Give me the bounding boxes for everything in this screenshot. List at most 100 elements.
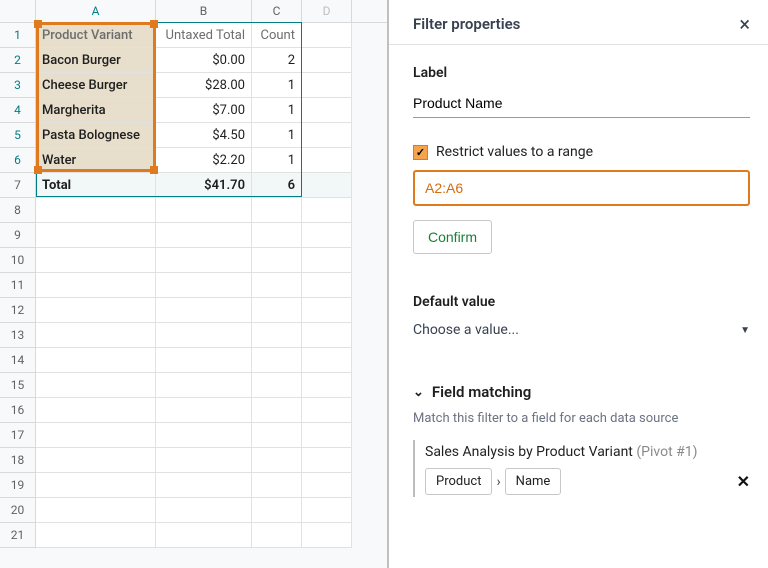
cell[interactable] (302, 23, 352, 48)
cell[interactable] (156, 223, 252, 248)
cell[interactable] (156, 423, 252, 448)
cell[interactable] (302, 198, 352, 223)
row-header[interactable]: 8 (0, 198, 36, 223)
row-header[interactable]: 9 (0, 223, 36, 248)
cell[interactable] (156, 373, 252, 398)
cell[interactable] (302, 148, 352, 173)
cell[interactable] (302, 98, 352, 123)
cell[interactable] (252, 373, 302, 398)
col-header-A[interactable]: A (36, 0, 156, 22)
row-header[interactable]: 11 (0, 273, 36, 298)
cell[interactable] (252, 473, 302, 498)
col-header-B[interactable]: B (156, 0, 252, 22)
cell[interactable] (252, 273, 302, 298)
cell[interactable] (156, 323, 252, 348)
cell[interactable] (36, 423, 156, 448)
cell[interactable] (302, 448, 352, 473)
cell[interactable]: 6 (252, 173, 302, 198)
row-header[interactable]: 2 (0, 48, 36, 73)
cell[interactable]: Margherita (36, 98, 156, 123)
cell[interactable] (156, 348, 252, 373)
cell[interactable] (36, 523, 156, 548)
cell[interactable]: Water (36, 148, 156, 173)
crumb-name[interactable]: Name (505, 468, 562, 495)
restrict-checkbox[interactable]: ✓ (413, 145, 428, 160)
cell[interactable] (302, 398, 352, 423)
cell[interactable]: Cheese Burger (36, 73, 156, 98)
row-header[interactable]: 6 (0, 148, 36, 173)
row-header[interactable]: 7 (0, 173, 36, 198)
row-header[interactable]: 16 (0, 398, 36, 423)
cell[interactable] (302, 423, 352, 448)
remove-field-icon[interactable]: ✕ (737, 472, 750, 491)
cell[interactable] (156, 273, 252, 298)
label-input[interactable] (413, 91, 750, 118)
cell[interactable] (156, 523, 252, 548)
cell[interactable] (36, 248, 156, 273)
col-header-D[interactable]: D (302, 0, 352, 22)
cell[interactable] (36, 198, 156, 223)
cell[interactable] (252, 398, 302, 423)
cell[interactable] (302, 173, 352, 198)
cell[interactable] (252, 348, 302, 373)
row-header[interactable]: 3 (0, 73, 36, 98)
cell[interactable] (36, 398, 156, 423)
corner-cell[interactable] (0, 0, 36, 22)
cell[interactable] (302, 373, 352, 398)
row-header[interactable]: 5 (0, 123, 36, 148)
row-header[interactable]: 10 (0, 248, 36, 273)
cell[interactable] (36, 273, 156, 298)
cell[interactable]: $41.70 (156, 173, 252, 198)
cell[interactable] (302, 348, 352, 373)
row-header[interactable]: 13 (0, 323, 36, 348)
cell[interactable]: Count (252, 23, 302, 48)
cell[interactable] (252, 248, 302, 273)
cell[interactable] (156, 298, 252, 323)
cell[interactable] (156, 473, 252, 498)
row-header[interactable]: 19 (0, 473, 36, 498)
cell[interactable] (36, 348, 156, 373)
cell[interactable] (302, 498, 352, 523)
spreadsheet[interactable]: A B C D 1Product VariantUntaxed TotalCou… (0, 0, 388, 568)
col-header-C[interactable]: C (252, 0, 302, 22)
cell[interactable]: Untaxed Total (156, 23, 252, 48)
range-input[interactable] (413, 170, 750, 206)
cell[interactable] (302, 223, 352, 248)
row-header[interactable]: 18 (0, 448, 36, 473)
cell[interactable] (36, 373, 156, 398)
cell[interactable] (252, 448, 302, 473)
cell[interactable] (252, 498, 302, 523)
cell[interactable]: Pasta Bolognese (36, 123, 156, 148)
cell[interactable] (302, 123, 352, 148)
cell[interactable] (156, 248, 252, 273)
cell[interactable]: Product Variant (36, 23, 156, 48)
cell[interactable] (36, 323, 156, 348)
cell[interactable] (156, 198, 252, 223)
cell[interactable] (252, 323, 302, 348)
row-header[interactable]: 1 (0, 23, 36, 48)
cell[interactable] (156, 498, 252, 523)
row-header[interactable]: 4 (0, 98, 36, 123)
default-value-dropdown[interactable]: Choose a value... ▼ (413, 318, 750, 343)
cell[interactable] (156, 448, 252, 473)
cell[interactable] (36, 223, 156, 248)
cell[interactable]: $7.00 (156, 98, 252, 123)
close-icon[interactable]: × (739, 14, 750, 34)
cell[interactable] (252, 423, 302, 448)
cell[interactable] (302, 323, 352, 348)
row-header[interactable]: 15 (0, 373, 36, 398)
field-matching-toggle[interactable]: ⌄ Field matching (413, 383, 750, 401)
cell[interactable] (302, 523, 352, 548)
cell[interactable]: 2 (252, 48, 302, 73)
cell[interactable]: $2.20 (156, 148, 252, 173)
cell[interactable]: $28.00 (156, 73, 252, 98)
row-header[interactable]: 14 (0, 348, 36, 373)
confirm-button[interactable]: Confirm (413, 220, 492, 254)
cell[interactable] (36, 298, 156, 323)
cell[interactable]: 1 (252, 73, 302, 98)
cell[interactable] (302, 298, 352, 323)
row-header[interactable]: 20 (0, 498, 36, 523)
row-header[interactable]: 17 (0, 423, 36, 448)
cell[interactable] (302, 73, 352, 98)
cell[interactable] (302, 248, 352, 273)
